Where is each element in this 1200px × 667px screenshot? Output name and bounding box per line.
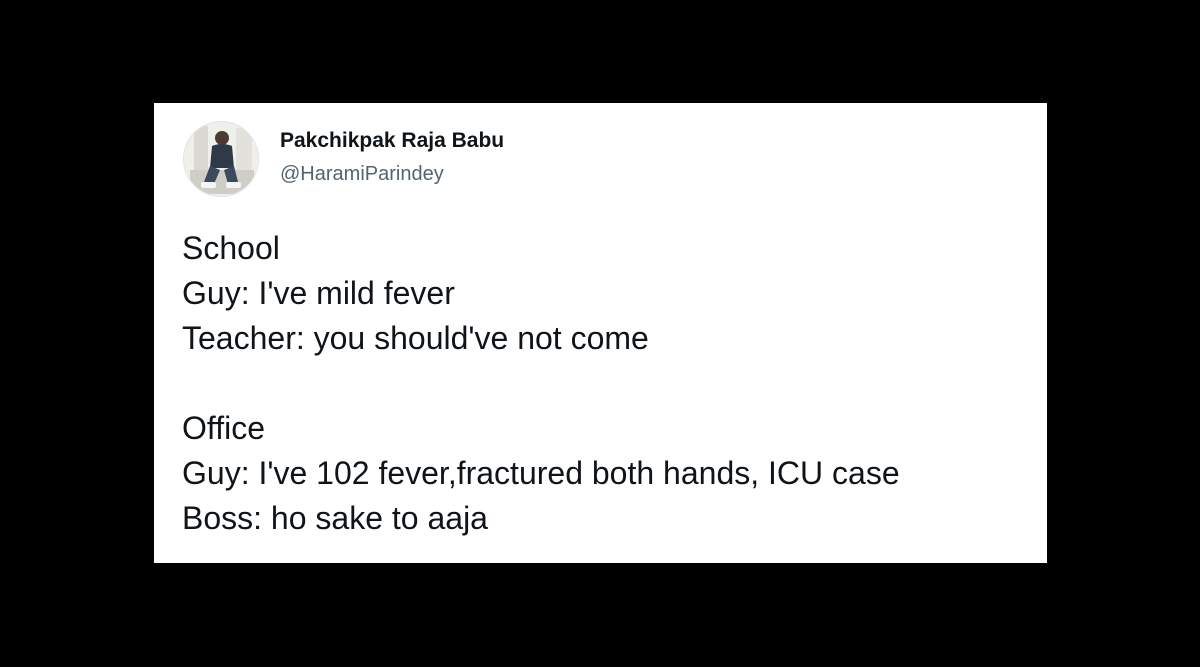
- tweet-line: Office: [182, 410, 265, 446]
- user-handle[interactable]: @HaramiParindey: [280, 163, 444, 186]
- tweet-text: School Guy: I've mild fever Teacher: you…: [182, 226, 1032, 541]
- user-photo-avatar-icon: [184, 122, 258, 196]
- tweet-line: Boss: ho sake to aaja: [182, 500, 488, 536]
- avatar[interactable]: [183, 121, 259, 197]
- tweet-line: Teacher: you should've not come: [182, 320, 649, 356]
- tweet-line: Guy: I've mild fever: [182, 275, 455, 311]
- tweet-card: Pakchikpak Raja Babu @HaramiParindey Sch…: [154, 103, 1047, 563]
- tweet-line: School: [182, 230, 280, 266]
- tweet-line: Guy: I've 102 fever,fractured both hands…: [182, 455, 900, 491]
- display-name[interactable]: Pakchikpak Raja Babu: [280, 129, 504, 153]
